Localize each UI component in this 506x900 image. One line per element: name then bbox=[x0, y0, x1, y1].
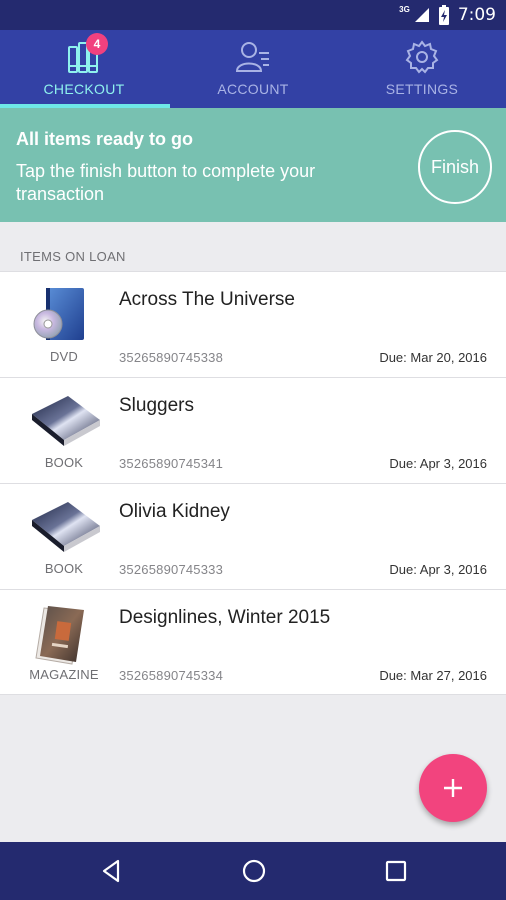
item-barcode: 35265890745333 bbox=[119, 562, 224, 577]
list-item[interactable]: BOOK Sluggers 35265890745341 Due: Apr 3,… bbox=[0, 377, 506, 483]
item-type: BOOK bbox=[44, 455, 84, 470]
item-barcode: 35265890745334 bbox=[119, 668, 224, 683]
status-time: 7:09 bbox=[457, 5, 496, 25]
list-item[interactable]: BOOK Olivia Kidney 35265890745333 Due: A… bbox=[0, 483, 506, 589]
network-type-label: 3G bbox=[399, 4, 410, 14]
books-icon: 4 bbox=[66, 33, 108, 75]
status-bar: 3G 7:09 bbox=[0, 0, 506, 30]
list-item[interactable]: DVD Across The Universe 35265890745338 D… bbox=[0, 271, 506, 377]
item-type: MAGAZINE bbox=[29, 667, 99, 682]
add-item-button[interactable] bbox=[419, 754, 487, 822]
section-header: ITEMS ON LOAN bbox=[20, 249, 126, 264]
item-due-date: Due: Apr 3, 2016 bbox=[389, 456, 487, 471]
home-icon bbox=[242, 859, 266, 883]
item-title: Across The Universe bbox=[119, 289, 295, 310]
item-type: DVD bbox=[49, 349, 79, 364]
tab-checkout[interactable]: 4 CHECKOUT bbox=[0, 30, 170, 108]
account-icon bbox=[235, 39, 271, 75]
back-button[interactable] bbox=[96, 856, 126, 886]
tab-checkout-label: CHECKOUT bbox=[43, 81, 125, 97]
item-barcode: 35265890745341 bbox=[119, 456, 224, 471]
item-type: BOOK bbox=[44, 561, 84, 576]
tab-bar: 4 CHECKOUT ACCOUNT SETTINGS bbox=[0, 30, 506, 108]
battery-icon bbox=[438, 5, 449, 25]
home-button[interactable] bbox=[239, 856, 269, 886]
gear-icon bbox=[404, 39, 440, 75]
item-due-date: Due: Mar 27, 2016 bbox=[379, 668, 487, 683]
item-title: Designlines, Winter 2015 bbox=[119, 607, 331, 628]
item-title: Sluggers bbox=[119, 395, 194, 416]
book-icon bbox=[26, 392, 104, 454]
tab-settings-label: SETTINGS bbox=[385, 81, 459, 97]
banner-message: Tap the finish button to complete your t… bbox=[16, 161, 316, 204]
checkout-count-badge: 4 bbox=[86, 33, 108, 55]
tab-settings[interactable]: SETTINGS bbox=[338, 30, 506, 108]
plus-icon bbox=[444, 779, 462, 797]
item-due-date: Due: Mar 20, 2016 bbox=[379, 350, 487, 365]
tab-account-label: ACCOUNT bbox=[217, 81, 289, 97]
back-icon bbox=[102, 859, 120, 883]
tab-account[interactable]: ACCOUNT bbox=[169, 30, 337, 108]
recents-icon bbox=[385, 860, 407, 882]
item-barcode: 35265890745338 bbox=[119, 350, 224, 365]
item-due-date: Due: Apr 3, 2016 bbox=[389, 562, 487, 577]
banner-title: All items ready to go bbox=[16, 129, 194, 149]
item-title: Olivia Kidney bbox=[119, 501, 230, 522]
loan-list: DVD Across The Universe 35265890745338 D… bbox=[0, 271, 506, 695]
finish-button[interactable]: Finish bbox=[418, 130, 492, 204]
status-icons: 3G 7:09 bbox=[399, 4, 496, 26]
magazine-icon bbox=[26, 604, 104, 666]
dvd-icon bbox=[26, 286, 104, 348]
book-icon bbox=[26, 498, 104, 560]
signal-icon bbox=[414, 8, 429, 22]
recents-button[interactable] bbox=[381, 856, 411, 886]
list-item[interactable]: MAGAZINE Designlines, Winter 2015 352658… bbox=[0, 589, 506, 695]
system-nav-bar bbox=[0, 842, 506, 900]
